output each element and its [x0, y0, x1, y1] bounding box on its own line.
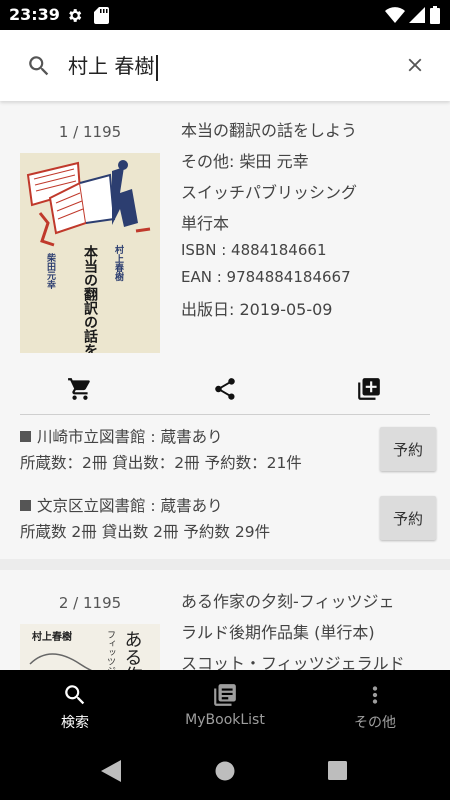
reserve-button[interactable]: 予約 [380, 496, 436, 540]
library-add-icon [358, 378, 380, 400]
library-name: 川崎市立図書館 : 蔵書あり [37, 428, 223, 446]
reserve-button[interactable]: 予約 [380, 427, 436, 471]
book-list-icon [214, 684, 236, 706]
book-title-cont: ラルド後期作品集 (単行本) [181, 623, 375, 642]
divider [20, 414, 430, 415]
signal-icon [409, 7, 425, 23]
search-bar: 村上 春樹 [0, 30, 450, 101]
nav-mybooklist[interactable]: MyBookList [150, 670, 300, 742]
battery-icon [430, 6, 440, 24]
result-counter: 1 / 1195 [58, 123, 122, 141]
search-icon [65, 685, 85, 705]
book-format: 単行本 [181, 214, 230, 233]
book-isbn: ISBN : 4884184661 [181, 241, 327, 259]
search-icon[interactable] [26, 53, 52, 79]
book-info: ある作家の夕刻-フィッツジェ ラルド後期作品集 (単行本) スコット・フィッツジ… [181, 588, 441, 670]
wifi-icon [385, 7, 405, 23]
library-name-row: 川崎市立図書館 : 蔵書あり [20, 425, 380, 451]
results-list[interactable]: 1 / 1195 村上春樹 本当の翻訳の話をしよう 柴田元幸 本当の翻訳の話をし… [0, 101, 450, 670]
shopping-cart-icon [68, 378, 90, 400]
library-stats: 所蔵数：2冊 貸出数：2冊 予約数：21件 [20, 454, 302, 472]
system-nav-bar [0, 742, 450, 800]
result-counter: 2 / 1195 [58, 594, 122, 612]
library-entry: 文京区立図書館 : 蔵書あり 所蔵数 2冊 貸出数 2冊 予約数 29件 [20, 494, 380, 546]
nav-label: その他 [354, 715, 396, 731]
book-card[interactable]: 2 / 1195 村上春樹 ある作 フィッツジ ある作家の夕刻-フィッツジェ ラ… [0, 570, 450, 670]
more-vert-icon [372, 686, 378, 704]
add-to-list-button[interactable] [351, 371, 387, 407]
cover-author-2: 柴田元幸 [45, 252, 57, 290]
library-marker [20, 500, 31, 511]
back-icon[interactable] [101, 760, 121, 782]
status-bar: 23:39 [0, 0, 450, 30]
book-pubdate: 出版日: 2019-05-09 [181, 300, 333, 319]
text-caret [156, 54, 159, 81]
book-title: 本当の翻訳の話をしよう [181, 121, 358, 140]
cover-title: ある作 [122, 630, 143, 670]
book-cover[interactable]: 村上春樹 本当の翻訳の話をしよう 柴田元幸 [20, 153, 160, 399]
nav-search[interactable]: 検索 [0, 670, 150, 742]
book-card[interactable]: 1 / 1195 村上春樹 本当の翻訳の話をしよう 柴田元幸 本当の翻訳の話をし… [0, 101, 450, 559]
library-name-row: 文京区立図書館 : 蔵書あり [20, 494, 380, 520]
library-name: 文京区立図書館 : 蔵書あり [37, 497, 223, 515]
search-input[interactable]: 村上 春樹 [68, 50, 388, 82]
book-actions [0, 371, 450, 407]
share-icon [215, 378, 235, 400]
home-icon[interactable] [215, 761, 235, 781]
book-info: 本当の翻訳の話をしよう その他: 柴田 元幸 スイッチパブリッシング 単行本 I… [181, 117, 441, 325]
book-title: ある作家の夕刻-フィッツジェ [181, 592, 395, 611]
recents-icon[interactable] [328, 761, 347, 780]
cover-subtitle: フィッツジ [105, 630, 116, 670]
sd-card-icon [94, 7, 109, 24]
book-author: スコット・フィッツジェラルド [181, 654, 405, 670]
settings-icon [69, 9, 82, 22]
status-time: 23:39 [9, 5, 60, 24]
nav-more[interactable]: その他 [300, 670, 450, 742]
book-author: その他: 柴田 元幸 [181, 152, 309, 171]
cover-title: 本当の翻訳の話をしよう [82, 244, 98, 353]
book-cover[interactable]: 村上春樹 ある作 フィッツジ [20, 624, 160, 670]
library-stats: 所蔵数 2冊 貸出数 2冊 予約数 29件 [20, 523, 271, 541]
book-ean: EAN : 9784884184667 [181, 267, 351, 286]
nav-label: 検索 [61, 715, 89, 731]
library-marker [20, 431, 31, 442]
nav-label: MyBookList [185, 712, 265, 728]
cover-author-1: 村上春樹 [113, 244, 125, 282]
share-button[interactable] [207, 371, 243, 407]
cart-button[interactable] [62, 371, 98, 407]
book-publisher: スイッチパブリッシング [181, 183, 358, 202]
bottom-nav: 検索 MyBookList その他 [0, 670, 450, 742]
close-icon[interactable] [404, 54, 426, 76]
library-entry: 川崎市立図書館 : 蔵書あり 所蔵数：2冊 貸出数：2冊 予約数：21件 [20, 425, 380, 477]
cover-author: 村上春樹 [32, 630, 72, 643]
